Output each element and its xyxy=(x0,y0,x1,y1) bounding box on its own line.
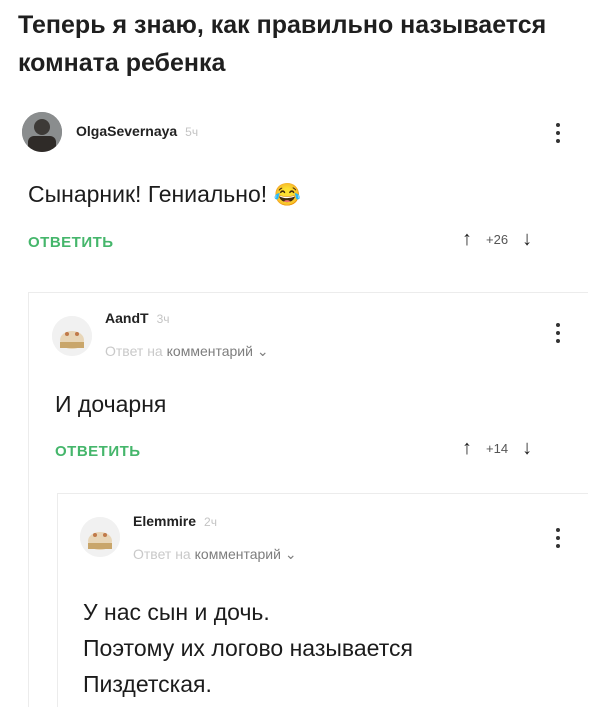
comment-text: У нас сын и дочь. Поэтому их логово назы… xyxy=(83,594,583,702)
reply-button[interactable]: ОТВЕТИТЬ xyxy=(28,234,114,251)
downvote-icon[interactable]: ↓ xyxy=(522,438,532,458)
cat-avatar-icon xyxy=(80,517,120,557)
reply-to-link[interactable]: Ответ на комментарий ⌄ xyxy=(105,343,269,360)
thread-line xyxy=(28,292,29,707)
vote-count: +14 xyxy=(486,440,509,456)
upvote-icon[interactable]: ↑ xyxy=(462,438,472,458)
upvote-icon[interactable]: ↑ xyxy=(462,229,472,249)
reply-button[interactable]: ОТВЕТИТЬ xyxy=(55,443,141,460)
more-options-icon[interactable] xyxy=(555,528,561,548)
avatar[interactable] xyxy=(22,112,62,152)
thread-line xyxy=(57,493,58,707)
comment-author[interactable]: Elemmire 2ч xyxy=(133,513,217,529)
reply-to-link[interactable]: Ответ на комментарий ⌄ xyxy=(133,546,297,563)
comment-author[interactable]: OlgaSevernaya 5ч xyxy=(76,123,198,139)
comment-author[interactable]: AandT 3ч xyxy=(105,310,170,326)
comment-line: У нас сын и дочь. xyxy=(83,599,270,625)
chevron-down-icon[interactable]: ⌄ xyxy=(285,546,297,562)
author-name[interactable]: OlgaSevernaya xyxy=(76,123,177,139)
vote-count: +26 xyxy=(486,231,509,247)
thread-divider xyxy=(57,493,588,494)
comment-line: Поэтому их логово называется xyxy=(83,635,413,661)
post-title: Теперь я знаю, как правильно называется … xyxy=(18,11,547,77)
comment-time: 3ч xyxy=(156,312,170,326)
chevron-down-icon[interactable]: ⌄ xyxy=(257,343,269,359)
comment-time: 5ч xyxy=(185,125,199,139)
comment-line: Пиздетская. xyxy=(83,671,212,697)
comment-time: 2ч xyxy=(204,515,217,529)
thread-divider xyxy=(28,292,588,293)
user-photo-icon xyxy=(22,112,62,152)
comment-text: И дочарня xyxy=(55,391,167,417)
more-options-icon[interactable] xyxy=(555,323,561,343)
avatar[interactable] xyxy=(80,517,120,557)
avatar[interactable] xyxy=(52,316,92,356)
downvote-icon[interactable]: ↓ xyxy=(522,229,532,249)
author-name[interactable]: Elemmire xyxy=(133,513,196,529)
author-name[interactable]: AandT xyxy=(105,310,149,326)
vote-controls: ↑ +26 ↓ xyxy=(462,229,532,249)
comment-text: Сынарник! Гениально! 😂 xyxy=(28,181,301,207)
vote-controls: ↑ +14 ↓ xyxy=(462,438,532,458)
cat-avatar-icon xyxy=(52,316,92,356)
laughing-emoji-icon: 😂 xyxy=(273,182,301,207)
more-options-icon[interactable] xyxy=(555,123,561,143)
